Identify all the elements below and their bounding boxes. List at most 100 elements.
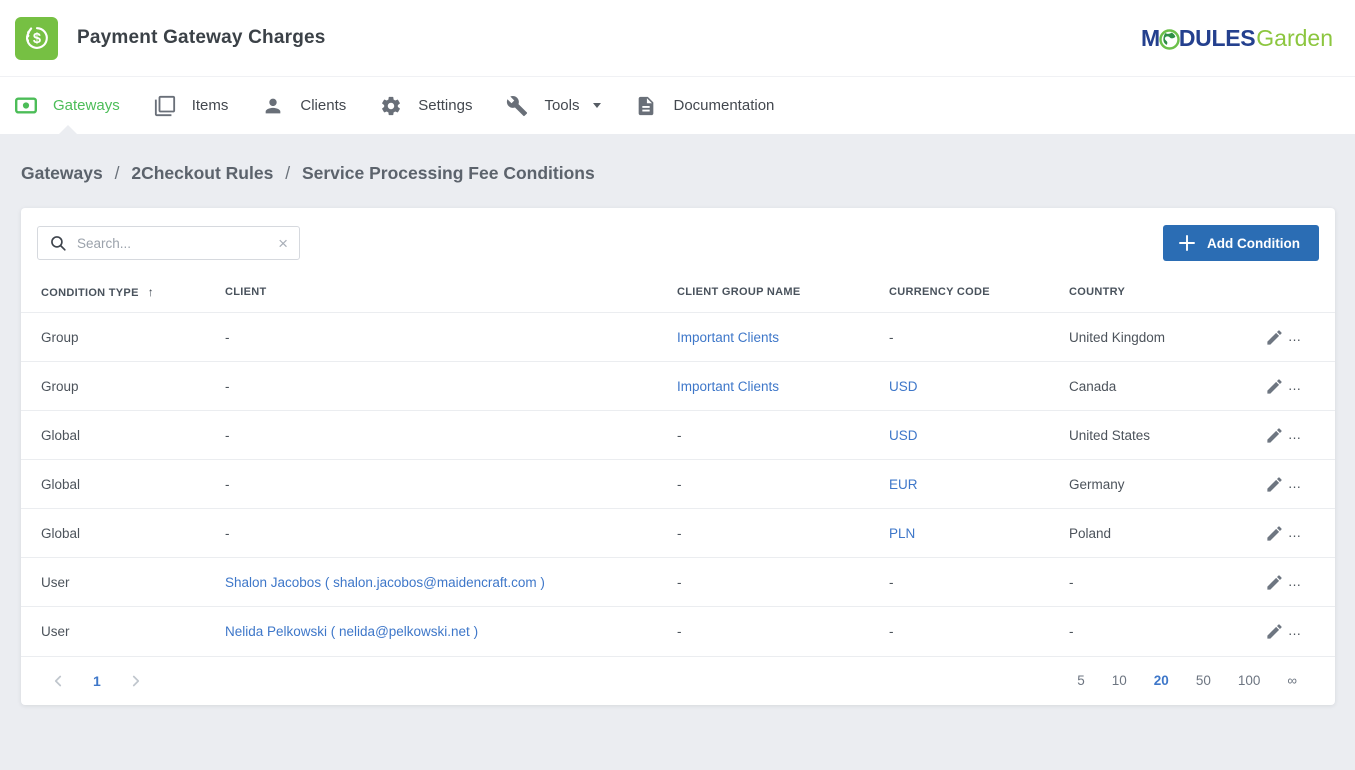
edit-icon[interactable] (1265, 426, 1284, 445)
cell-client: - (217, 509, 669, 558)
column-header-country[interactable]: COUNTRY (1061, 269, 1237, 313)
column-header-client-group-name[interactable]: CLIENT GROUP NAME (669, 269, 881, 313)
column-header-condition-type[interactable]: CONDITION TYPE↑ (21, 269, 217, 313)
page-size-selector: 5 10 20 50 100 ∞ (1077, 673, 1297, 688)
edit-icon[interactable] (1265, 475, 1284, 494)
edit-icon[interactable] (1265, 328, 1284, 347)
edit-icon[interactable] (1265, 573, 1284, 592)
currency-link[interactable]: PLN (889, 526, 915, 541)
client-link[interactable]: Shalon Jacobos ( shalon.jacobos@maidencr… (225, 575, 545, 590)
cell-country: - (1061, 558, 1237, 607)
tab-label: Items (192, 97, 229, 114)
currency-link[interactable]: USD (889, 428, 918, 443)
tab-gateways[interactable]: Gateways (0, 77, 137, 134)
column-header-currency-code[interactable]: CURRENCY CODE (881, 269, 1061, 313)
delete-icon[interactable] (1308, 328, 1327, 347)
cell-country: United States (1061, 411, 1237, 460)
delete-icon[interactable] (1308, 573, 1327, 592)
chevron-down-icon[interactable] (593, 103, 601, 108)
tab-items[interactable]: Items (137, 77, 246, 134)
cell-currency-code: USD (881, 411, 1061, 460)
delete-icon[interactable] (1308, 524, 1327, 543)
document-icon (635, 95, 657, 117)
tab-label: Settings (418, 97, 472, 114)
brand-part-1: M (1141, 25, 1160, 52)
content-area: Gateways / 2Checkout Rules / Service Pro… (0, 134, 1355, 705)
cell-condition-type: Group (21, 362, 217, 411)
money-icon (15, 97, 37, 114)
page-size-50[interactable]: 50 (1196, 673, 1211, 688)
edit-icon[interactable] (1265, 377, 1284, 396)
add-condition-button[interactable]: Add Condition (1163, 225, 1319, 261)
cell-client: Shalon Jacobos ( shalon.jacobos@maidencr… (217, 558, 669, 607)
delete-icon[interactable] (1308, 377, 1327, 396)
delete-icon[interactable] (1308, 426, 1327, 445)
cell-currency-code: - (881, 607, 1061, 656)
cell-client-group-name: Important Clients (669, 313, 881, 362)
page-size-10[interactable]: 10 (1112, 673, 1127, 688)
table-row: Global - - PLN Poland (21, 509, 1335, 558)
conditions-table: CONDITION TYPE↑ CLIENT CLIENT GROUP NAME… (21, 269, 1335, 656)
brand-part-3: Garden (1256, 25, 1333, 52)
page-size-unlimited[interactable]: ∞ (1287, 673, 1297, 688)
client-link[interactable]: Nelida Pelkowski ( nelida@pelkowski.net … (225, 624, 478, 639)
breadcrumb-2checkout-rules[interactable]: 2Checkout Rules (131, 163, 273, 183)
breadcrumb-separator: / (115, 163, 120, 183)
cell-actions (1237, 558, 1335, 607)
person-icon (262, 95, 284, 117)
page-size-5[interactable]: 5 (1077, 673, 1085, 688)
cell-condition-type: User (21, 607, 217, 656)
client-group-link[interactable]: Important Clients (677, 379, 779, 394)
tab-documentation[interactable]: Documentation (618, 77, 791, 134)
cell-client-group-name: Important Clients (669, 362, 881, 411)
wrench-icon (506, 95, 528, 117)
column-header-actions (1237, 269, 1335, 313)
table-row: Global - - EUR Germany (21, 460, 1335, 509)
cell-client-group-name: - (669, 411, 881, 460)
table-toolbar: × Add Condition (21, 208, 1335, 269)
currency-link[interactable]: EUR (889, 477, 918, 492)
tab-settings[interactable]: Settings (363, 77, 489, 134)
client-group-link[interactable]: Important Clients (677, 330, 779, 345)
page-size-100[interactable]: 100 (1238, 673, 1261, 688)
search-box[interactable]: × (37, 226, 300, 260)
svg-text:$: $ (32, 31, 40, 47)
cell-condition-type: Global (21, 509, 217, 558)
tab-tools[interactable]: Tools (489, 77, 618, 134)
cell-client: - (217, 460, 669, 509)
search-input[interactable] (77, 236, 268, 251)
column-header-client[interactable]: CLIENT (217, 269, 669, 313)
next-page-icon[interactable] (127, 672, 145, 690)
breadcrumb: Gateways / 2Checkout Rules / Service Pro… (21, 134, 1335, 208)
table-row: Group - Important Clients - United Kingd… (21, 313, 1335, 362)
cell-client-group-name: - (669, 607, 881, 656)
delete-icon[interactable] (1308, 475, 1327, 494)
page-size-20[interactable]: 20 (1154, 673, 1169, 688)
gear-icon (380, 95, 402, 117)
cell-condition-type: User (21, 558, 217, 607)
tab-clients[interactable]: Clients (245, 77, 363, 134)
cell-actions (1237, 607, 1335, 656)
cell-country: Poland (1061, 509, 1237, 558)
table-row: Global - - USD United States (21, 411, 1335, 460)
delete-icon[interactable] (1308, 622, 1327, 641)
tab-label: Tools (544, 97, 579, 114)
edit-icon[interactable] (1265, 622, 1284, 641)
page-number[interactable]: 1 (93, 673, 101, 689)
clear-search-icon[interactable]: × (277, 235, 289, 252)
cell-actions (1237, 313, 1335, 362)
cell-condition-type: Global (21, 460, 217, 509)
cell-country: Canada (1061, 362, 1237, 411)
cell-currency-code: - (881, 313, 1061, 362)
currency-link[interactable]: USD (889, 379, 918, 394)
modulesgarden-logo[interactable]: M DULES Garden (1141, 25, 1333, 52)
tab-label: Gateways (53, 97, 120, 114)
conditions-card: × Add Condition CONDITION TYPE↑ CLIENT C… (21, 208, 1335, 705)
breadcrumb-gateways[interactable]: Gateways (21, 163, 103, 183)
cell-client-group-name: - (669, 558, 881, 607)
cell-client: - (217, 313, 669, 362)
cell-actions (1237, 460, 1335, 509)
edit-icon[interactable] (1265, 524, 1284, 543)
cell-client: - (217, 362, 669, 411)
previous-page-icon[interactable] (49, 672, 67, 690)
